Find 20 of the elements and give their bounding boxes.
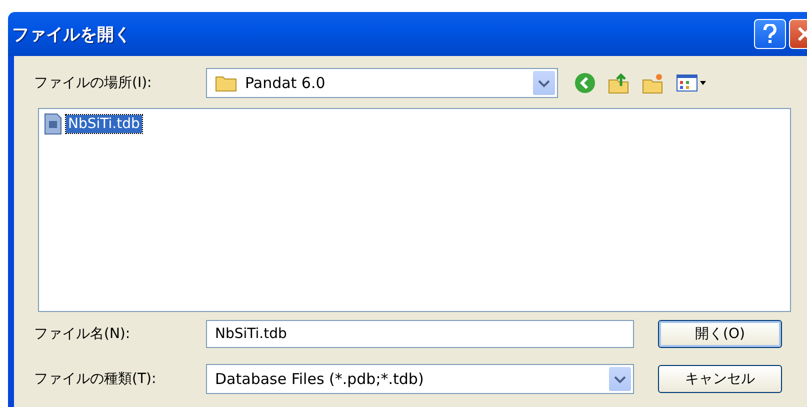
view-menu-icon[interactable] [676, 73, 708, 93]
look-in-value: Pandat 6.0 [245, 74, 326, 92]
back-icon[interactable] [574, 72, 596, 94]
file-item[interactable]: NbSiTi.tdb [66, 115, 142, 133]
help-button[interactable] [754, 19, 786, 49]
file-icon [43, 113, 63, 135]
cancel-button[interactable]: キャンセル [658, 365, 782, 393]
file-name-field[interactable]: NbSiTi.tdb [206, 320, 634, 348]
file-type-label: ファイルの種類(T): [34, 370, 158, 388]
folder-icon [215, 74, 237, 92]
help-icon [763, 24, 777, 44]
file-type-dropdown[interactable]: Database Files (*.pdb;*.tdb) [206, 364, 634, 394]
file-name-label: ファイル名(N): [34, 325, 132, 343]
window-title: ファイルを開く [12, 24, 132, 46]
look-in-dropdown[interactable]: Pandat 6.0 [206, 68, 558, 98]
up-folder-icon[interactable] [608, 72, 630, 94]
open-button[interactable]: 開く(O) [658, 320, 782, 348]
new-folder-icon[interactable] [642, 72, 664, 94]
look-in-label: ファイルの場所(I): [34, 74, 153, 92]
file-type-value: Database Files (*.pdb;*.tdb) [215, 370, 424, 388]
